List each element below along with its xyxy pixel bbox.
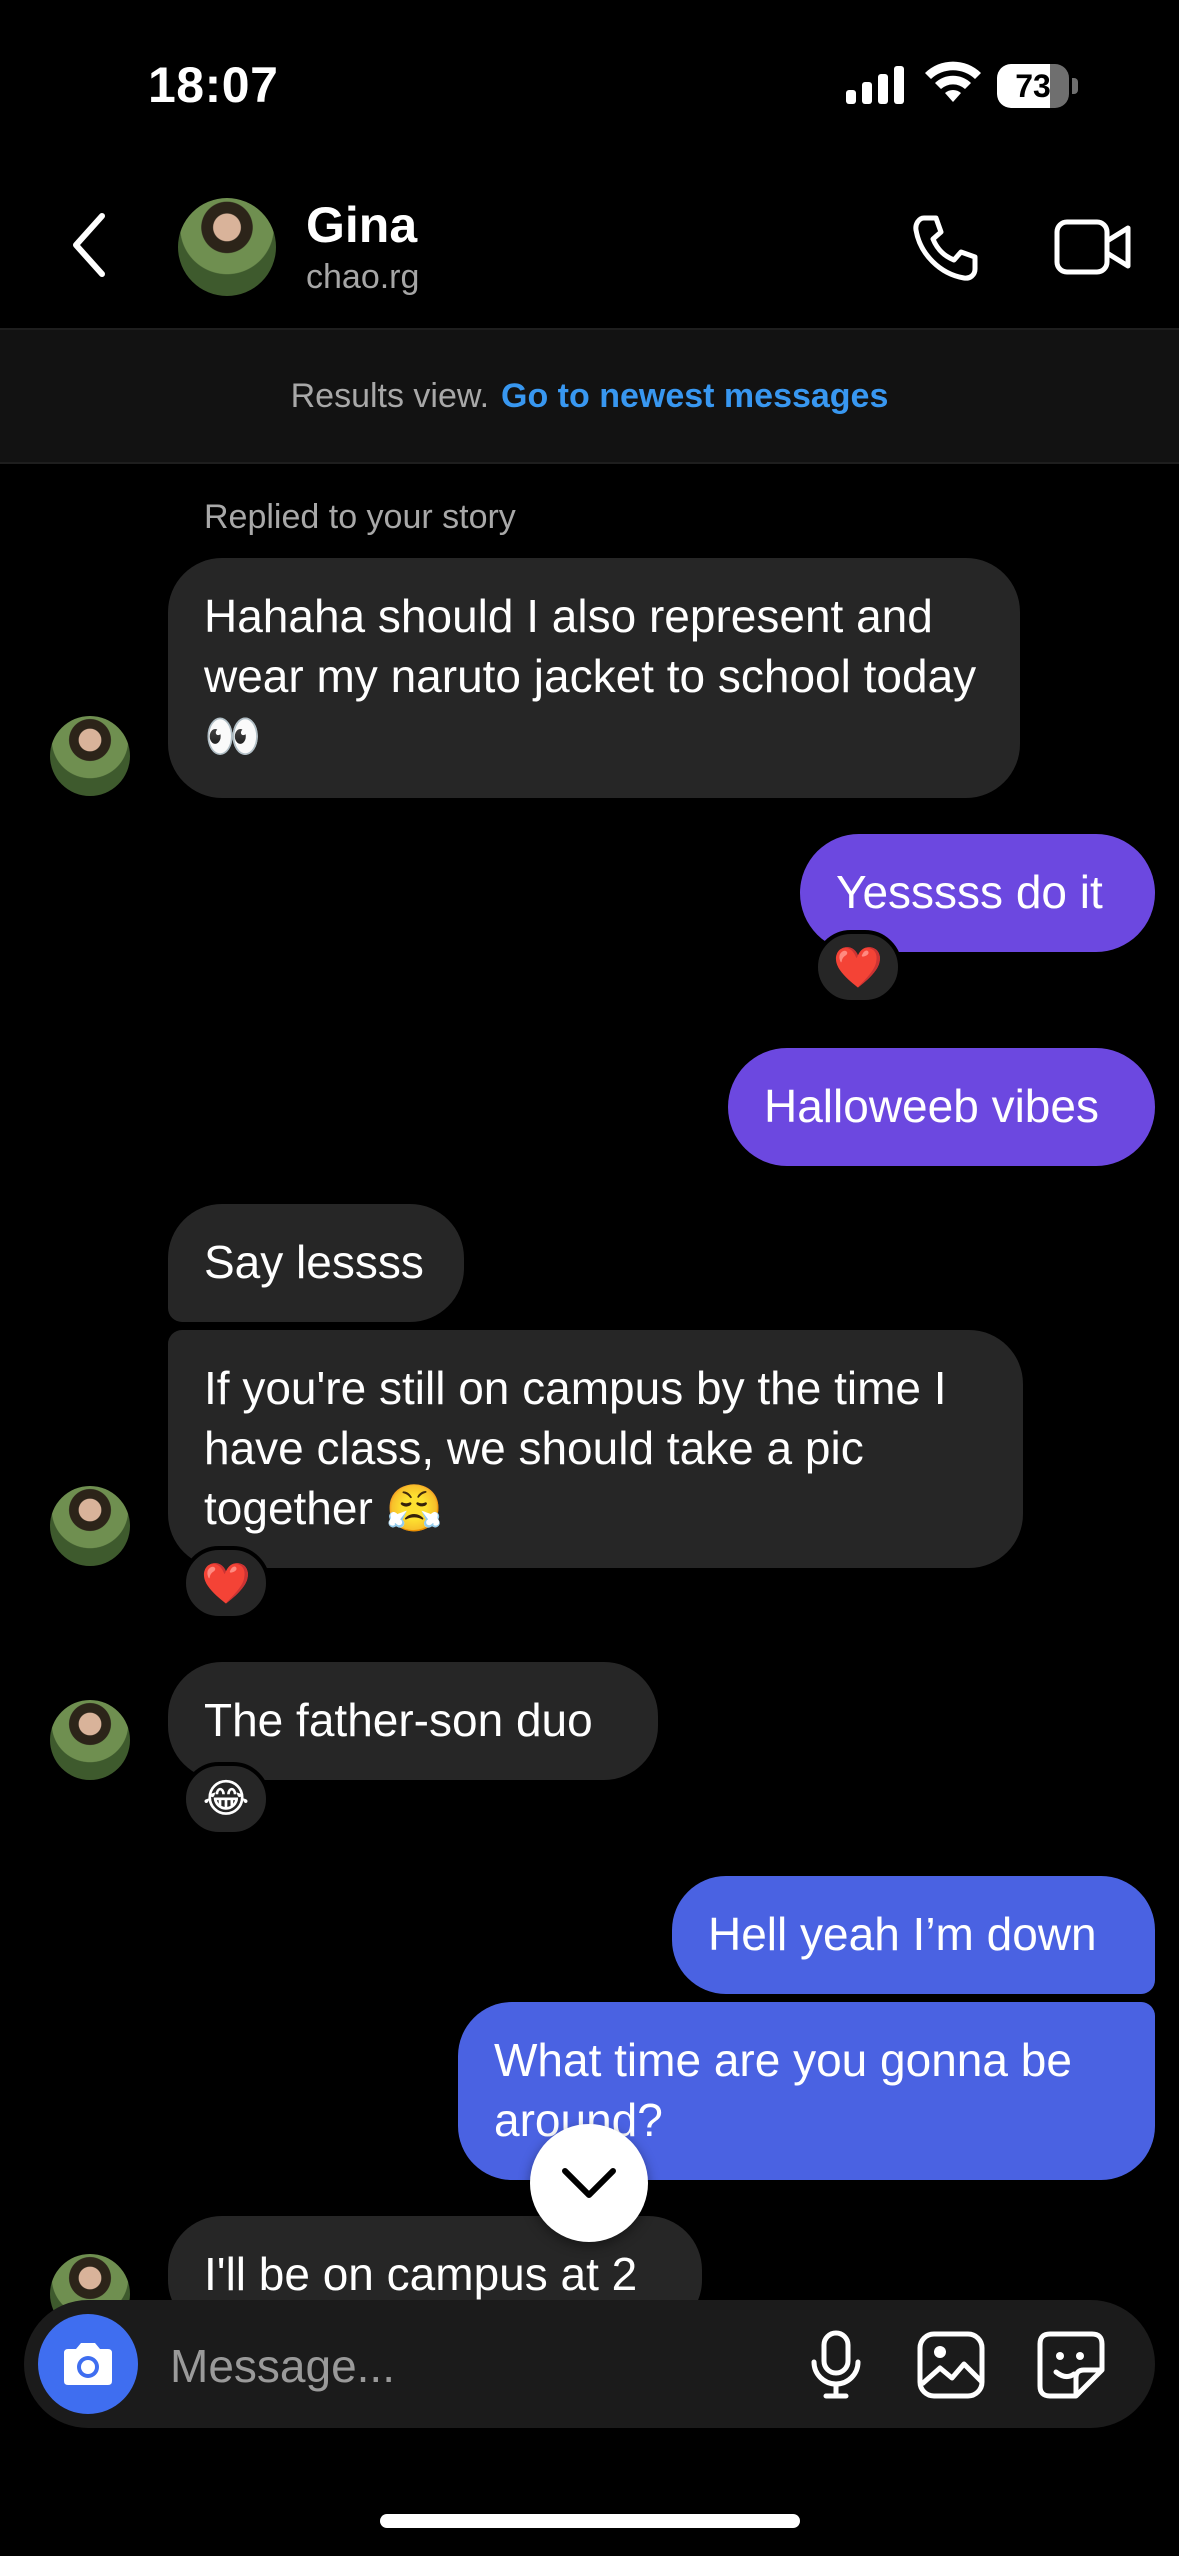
- go-to-newest-link[interactable]: Go to newest messages: [501, 377, 888, 416]
- cellular-signal-icon: [846, 64, 906, 104]
- microphone-icon[interactable]: [806, 2330, 866, 2400]
- heart-reaction[interactable]: ❤️: [182, 1546, 270, 1620]
- contact-username[interactable]: chao.rg: [306, 258, 419, 297]
- sender-avatar[interactable]: [50, 716, 130, 796]
- scroll-to-bottom-button[interactable]: [530, 2124, 648, 2242]
- status-time: 18:07: [148, 57, 279, 113]
- battery-percent: 73: [1015, 68, 1051, 104]
- chevron-down-icon: [562, 2168, 616, 2198]
- sender-avatar[interactable]: [50, 1700, 130, 1780]
- message-bubble-outgoing[interactable]: Halloweeb vibes: [728, 1048, 1155, 1166]
- laughing-reaction[interactable]: 😂: [182, 1762, 270, 1836]
- phone-icon[interactable]: [908, 212, 982, 284]
- results-banner: Results view. Go to newest messages: [0, 330, 1179, 464]
- back-chevron-icon[interactable]: [66, 210, 116, 280]
- message-bubble-incoming[interactable]: If you're still on campus by the time I …: [168, 1330, 1023, 1568]
- home-indicator: [380, 2514, 800, 2528]
- wifi-icon: [925, 61, 981, 102]
- battery-icon: 73: [997, 64, 1079, 108]
- sender-avatar[interactable]: [50, 1486, 130, 1566]
- camera-icon: [64, 2343, 112, 2385]
- camera-button[interactable]: [38, 2314, 138, 2414]
- contact-name[interactable]: Gina: [306, 196, 417, 254]
- message-input[interactable]: [168, 2330, 752, 2402]
- video-camera-icon[interactable]: [1054, 214, 1132, 280]
- sticker-icon[interactable]: [1036, 2330, 1106, 2400]
- results-view-label: Results view.: [290, 376, 490, 415]
- message-bubble-outgoing[interactable]: Hell yeah I’m down: [672, 1876, 1155, 1994]
- message-bubble-incoming[interactable]: Hahaha should I also represent and wear …: [168, 558, 1020, 798]
- image-icon[interactable]: [916, 2330, 986, 2400]
- heart-reaction[interactable]: ❤️: [814, 930, 902, 1004]
- contact-avatar[interactable]: [178, 198, 276, 296]
- story-reply-note: Replied to your story: [204, 498, 516, 536]
- message-bubble-incoming[interactable]: Say lessss: [168, 1204, 464, 1322]
